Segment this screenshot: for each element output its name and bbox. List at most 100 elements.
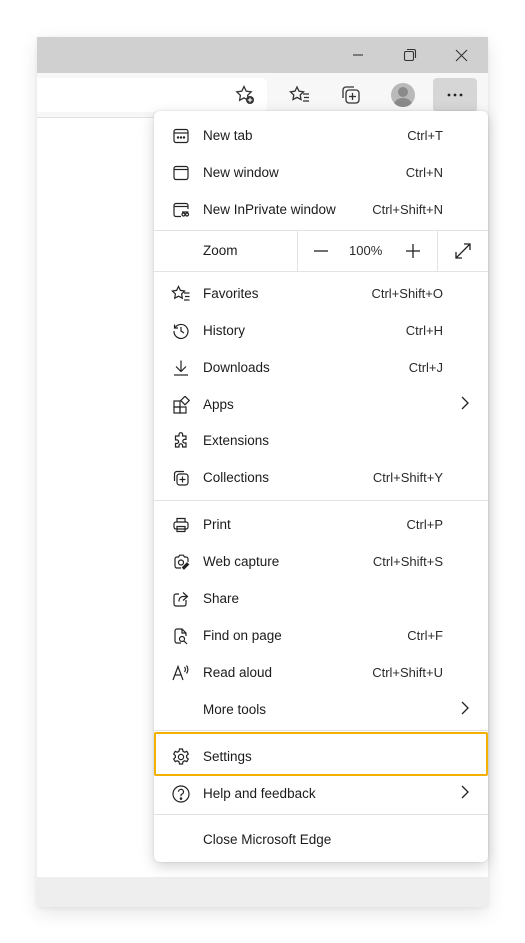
menu-item-label: New tab (203, 128, 253, 143)
zoom-out-button[interactable] (304, 231, 338, 271)
menu-separator (154, 271, 488, 272)
settings-and-more-menu: New tab Ctrl+T New window Ctrl+N New InP… (154, 111, 488, 862)
menu-item-label: Print (203, 517, 231, 532)
zoom-label: Zoom (203, 243, 238, 258)
menu-item-more-tools[interactable]: More tools (154, 691, 488, 728)
read-aloud-icon (170, 662, 192, 684)
chevron-right-icon (460, 396, 470, 413)
add-favorite-icon (235, 84, 254, 104)
address-bar[interactable] (37, 78, 267, 112)
menu-item-apps[interactable]: Apps (154, 386, 488, 423)
menu-item-label: History (203, 323, 246, 338)
menu-item-extensions[interactable]: Extensions (154, 422, 488, 459)
menu-item-shortcut: Ctrl+Shift+S (372, 554, 443, 569)
menu-item-downloads[interactable]: Downloads Ctrl+J (154, 349, 488, 386)
restore-icon (403, 48, 417, 62)
restore-button[interactable] (387, 37, 433, 73)
print-icon (170, 514, 192, 536)
menu-item-label: Extensions (203, 433, 270, 448)
menu-item-label: Collections (203, 470, 270, 485)
menu-item-collections[interactable]: Collections Ctrl+Shift+Y (154, 459, 488, 496)
chevron-right-icon (460, 785, 470, 802)
zoom-row: Zoom 100% (154, 231, 488, 271)
menu-item-close-microsoft-edge[interactable]: Close Microsoft Edge (154, 821, 488, 858)
minimize-button[interactable] (335, 37, 381, 73)
menu-item-shortcut: Ctrl+P (406, 517, 443, 532)
menu-item-print[interactable]: Print Ctrl+P (154, 506, 488, 543)
menu-item-find-on-page[interactable]: Find on page Ctrl+F (154, 617, 488, 654)
favorites-icon (170, 283, 192, 305)
chevron-right-icon (460, 701, 470, 718)
collections-button[interactable] (334, 78, 368, 112)
menu-item-label: Downloads (203, 360, 270, 375)
download-icon (170, 357, 192, 379)
menu-item-label: Favorites (203, 286, 259, 301)
menu-separator (154, 814, 488, 815)
zoom-in-button[interactable] (396, 231, 430, 271)
menu-item-web-capture[interactable]: Web capture Ctrl+Shift+S (154, 543, 488, 580)
plus-icon (406, 244, 420, 258)
minimize-icon (353, 54, 363, 56)
collections-icon (342, 86, 360, 104)
menu-item-history[interactable]: History Ctrl+H (154, 312, 488, 349)
menu-item-share[interactable]: Share (154, 580, 488, 617)
menu-item-label: More tools (203, 702, 267, 717)
menu-item-shortcut: Ctrl+J (408, 360, 443, 375)
help-icon (170, 783, 192, 805)
find-on-page-icon (170, 625, 192, 647)
menu-item-shortcut: Ctrl+N (405, 165, 443, 180)
menu-item-label: Settings (203, 749, 252, 764)
apps-icon (170, 394, 192, 416)
more-icon (447, 93, 463, 97)
menu-item-label: Find on page (203, 628, 282, 643)
menu-item-new-inprivate-window[interactable]: New InPrivate window Ctrl+Shift+N (154, 191, 488, 228)
full-screen-button[interactable] (446, 231, 480, 271)
menu-item-label: Read aloud (203, 665, 273, 680)
gear-icon (170, 746, 192, 768)
minus-icon (314, 250, 328, 252)
profile-icon (391, 83, 415, 107)
menu-item-label: New InPrivate window (203, 202, 336, 217)
share-icon (170, 588, 192, 610)
menu-item-label: Apps (203, 397, 234, 412)
title-bar (37, 37, 488, 73)
menu-item-label: Help and feedback (203, 786, 316, 801)
full-screen-icon (455, 243, 471, 259)
menu-item-label: Share (203, 591, 240, 606)
new-tab-icon (170, 125, 192, 147)
menu-item-shortcut: Ctrl+Shift+U (372, 665, 443, 680)
menu-item-shortcut: Ctrl+Shift+Y (372, 470, 443, 485)
menu-item-new-tab[interactable]: New tab Ctrl+T (154, 117, 488, 154)
close-button[interactable] (438, 37, 484, 73)
menu-separator (154, 730, 488, 731)
zoom-divider (437, 231, 438, 271)
menu-item-label: Close Microsoft Edge (203, 832, 332, 847)
web-capture-icon (170, 551, 192, 573)
menu-item-label: New window (203, 165, 279, 180)
favorites-icon (289, 85, 309, 102)
menu-item-new-window[interactable]: New window Ctrl+N (154, 154, 488, 191)
collections-icon (170, 467, 192, 489)
status-bar (37, 877, 488, 907)
menu-item-label: Web capture (203, 554, 280, 569)
add-favorite-button[interactable] (228, 78, 262, 112)
menu-item-shortcut: Ctrl+F (407, 628, 443, 643)
close-icon (455, 49, 467, 61)
inprivate-window-icon (170, 199, 192, 221)
zoom-value: 100% (349, 243, 383, 258)
menu-item-shortcut: Ctrl+Shift+O (371, 286, 443, 301)
profile-button[interactable] (386, 78, 420, 112)
new-window-icon (170, 162, 192, 184)
settings-and-more-button[interactable] (433, 78, 477, 112)
favorites-button[interactable] (283, 78, 317, 112)
extensions-icon (170, 430, 192, 452)
history-icon (170, 320, 192, 342)
menu-item-settings[interactable]: Settings (154, 738, 488, 775)
menu-item-favorites[interactable]: Favorites Ctrl+Shift+O (154, 275, 488, 312)
menu-item-help-and-feedback[interactable]: Help and feedback (154, 775, 488, 812)
menu-item-read-aloud[interactable]: Read aloud Ctrl+Shift+U (154, 654, 488, 691)
menu-separator (154, 500, 488, 501)
zoom-divider (297, 231, 298, 271)
menu-item-shortcut: Ctrl+T (407, 128, 443, 143)
menu-item-shortcut: Ctrl+Shift+N (372, 202, 443, 217)
